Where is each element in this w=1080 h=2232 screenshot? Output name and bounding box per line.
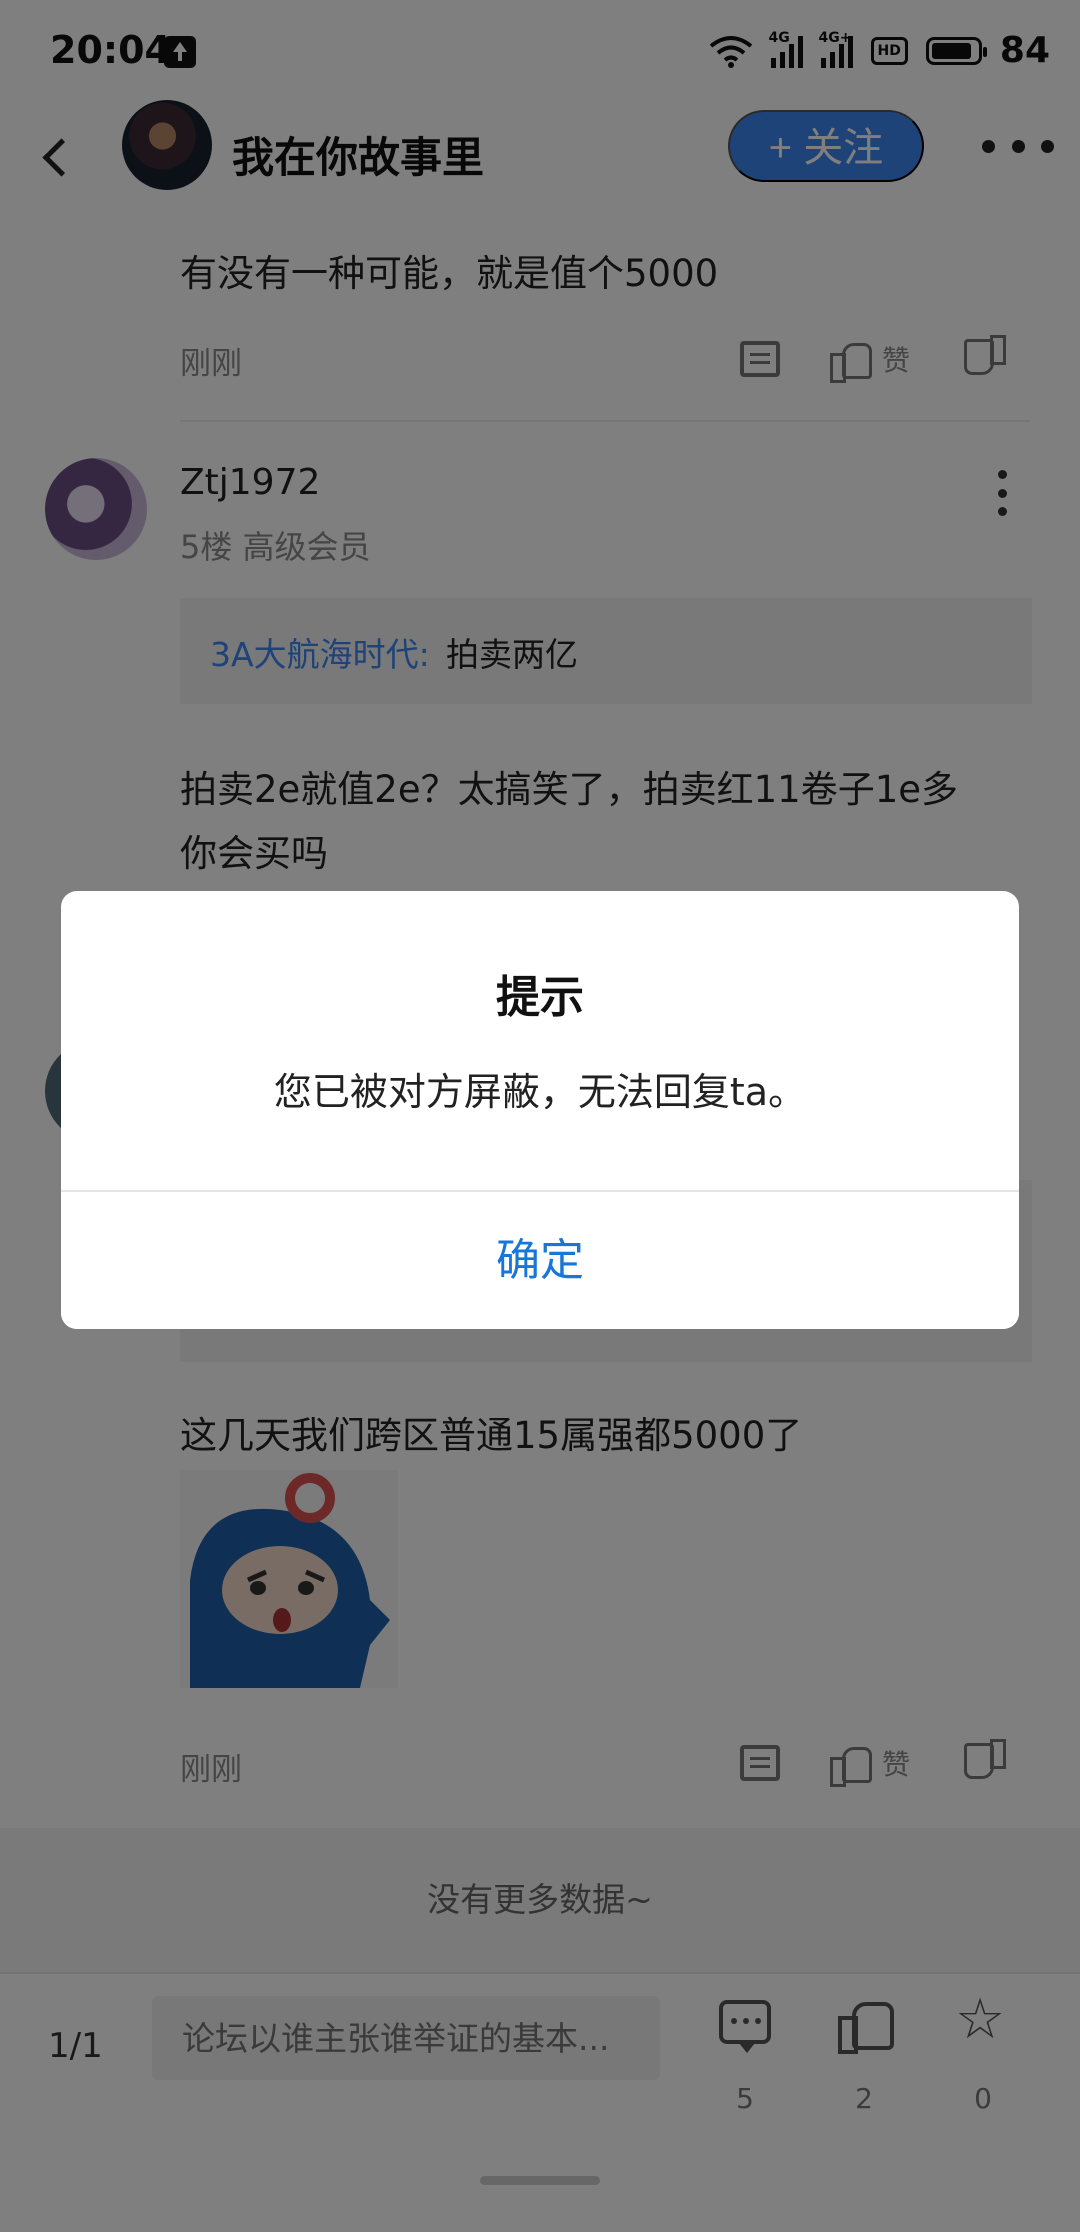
confirm-button[interactable]: 确定 [61, 1192, 1019, 1329]
dialog-message: 您已被对方屏蔽，无法回复ta。 [273, 1070, 807, 1114]
alert-dialog: 提示 您已被对方屏蔽，无法回复ta。 确定 [61, 891, 1019, 1329]
dialog-title: 提示 [496, 972, 584, 1023]
